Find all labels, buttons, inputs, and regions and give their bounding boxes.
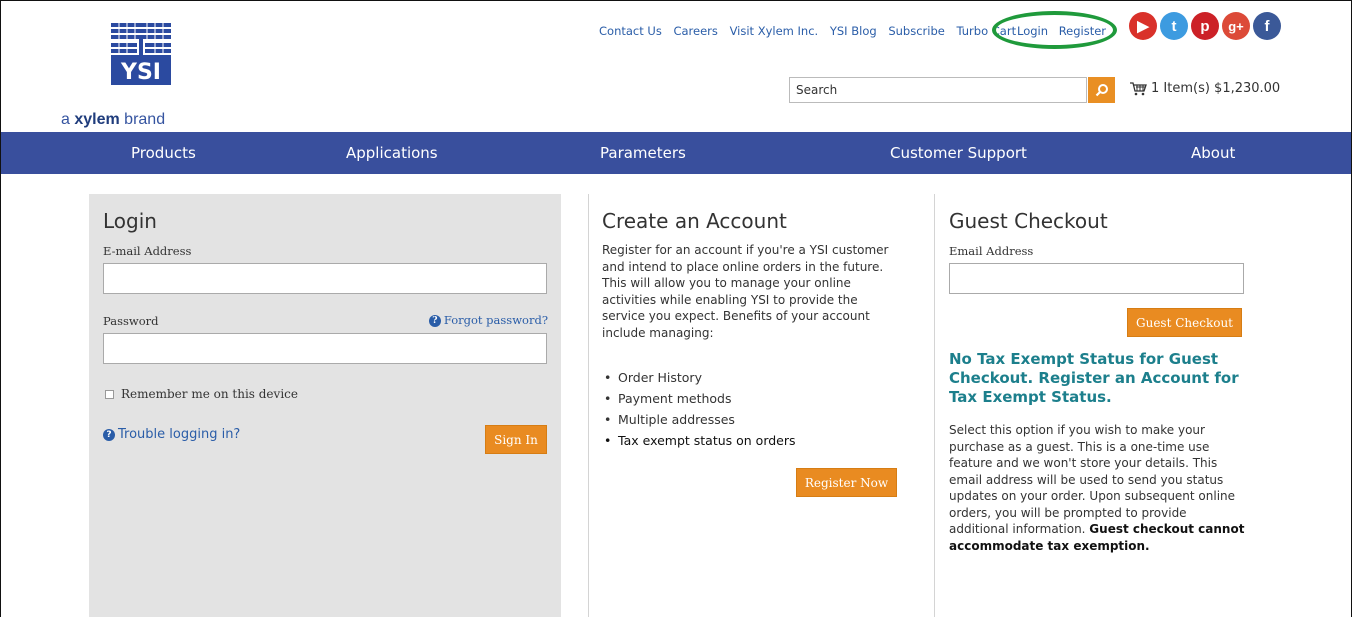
create-account-title: Create an Account [602, 209, 787, 233]
list-item: Order History [602, 367, 902, 388]
remember-me[interactable]: Remember me on this device [105, 387, 298, 401]
sign-in-button[interactable]: Sign In [485, 425, 547, 454]
guest-checkout-description: Select this option if you wish to make y… [949, 423, 1245, 553]
site-header: YSI a xylem brand Contact Us Careers Vis… [1, 1, 1351, 131]
utility-links: Contact Us Careers Visit Xylem Inc. YSI … [599, 24, 1024, 38]
search-icon [1095, 84, 1108, 97]
nav-products[interactable]: Products [131, 144, 196, 162]
visit-xylem-link[interactable]: Visit Xylem Inc. [730, 24, 819, 38]
cart-summary[interactable]: 1 Item(s) $1,230.00 [1129, 81, 1280, 96]
nav-about[interactable]: About [1191, 144, 1235, 162]
ysi-blog-link[interactable]: YSI Blog [830, 24, 877, 38]
pinterest-icon[interactable]: p [1191, 12, 1219, 40]
help-icon: ? [103, 428, 115, 441]
list-item: Tax exempt status on orders [602, 430, 902, 451]
email-label: E-mail Address [103, 244, 192, 258]
cart-total: 1 Item(s) $1,230.00 [1151, 81, 1281, 96]
social-icons: ▶ t p g+ f [1129, 12, 1281, 40]
ysi-logo-mark: YSI [109, 21, 173, 87]
search-input[interactable]: Search [789, 77, 1087, 103]
page: YSI a xylem brand Contact Us Careers Vis… [0, 0, 1352, 617]
login-link[interactable]: Login [1017, 24, 1048, 38]
main-nav: Products Applications Parameters Custome… [1, 132, 1351, 174]
youtube-icon[interactable]: ▶ [1129, 12, 1157, 40]
remember-checkbox[interactable] [105, 389, 114, 399]
help-icon: ? [428, 315, 441, 327]
list-item: Payment methods [602, 388, 902, 409]
column-divider [588, 194, 589, 617]
subscribe-link[interactable]: Subscribe [888, 24, 945, 38]
guest-checkout-button[interactable]: Guest Checkout [1127, 308, 1242, 337]
guest-email-field[interactable] [949, 263, 1244, 294]
forgot-password-link[interactable]: ? Forgot password? [428, 313, 548, 327]
password-label: Password [103, 314, 159, 328]
register-link[interactable]: Register [1059, 24, 1106, 38]
column-divider [934, 194, 935, 617]
password-field[interactable] [103, 333, 547, 364]
guest-email-label: Email Address [949, 244, 1034, 258]
nav-customer-support[interactable]: Customer Support [890, 144, 1027, 162]
nav-parameters[interactable]: Parameters [600, 144, 686, 162]
email-field[interactable] [103, 263, 547, 294]
tax-exempt-notice: No Tax Exempt Status for Guest Checkout.… [949, 350, 1239, 406]
nav-applications[interactable]: Applications [346, 144, 438, 162]
careers-link[interactable]: Careers [673, 24, 717, 38]
facebook-icon[interactable]: f [1253, 12, 1281, 40]
brand-tagline: a xylem brand [61, 111, 166, 128]
benefits-list: Order History Payment methods Multiple a… [602, 367, 902, 451]
login-panel: Login E-mail Address Password ? Forgot pa… [89, 194, 561, 617]
remember-label: Remember me on this device [121, 387, 298, 401]
twitter-icon[interactable]: t [1160, 12, 1188, 40]
search-button[interactable] [1088, 77, 1115, 103]
account-links: Login Register [1017, 24, 1113, 38]
google-plus-icon[interactable]: g+ [1222, 12, 1250, 40]
login-title: Login [103, 209, 157, 233]
trouble-logging-in-link[interactable]: ? Trouble logging in? [103, 427, 240, 442]
svg-text:YSI: YSI [120, 60, 161, 85]
guest-checkout-title: Guest Checkout [949, 209, 1108, 233]
list-item: Multiple addresses [602, 409, 902, 430]
contact-us-link[interactable]: Contact Us [599, 24, 662, 38]
create-account-intro: Register for an account if you're a YSI … [602, 243, 889, 340]
cart-icon [1130, 82, 1147, 96]
register-now-button[interactable]: Register Now [796, 468, 897, 497]
